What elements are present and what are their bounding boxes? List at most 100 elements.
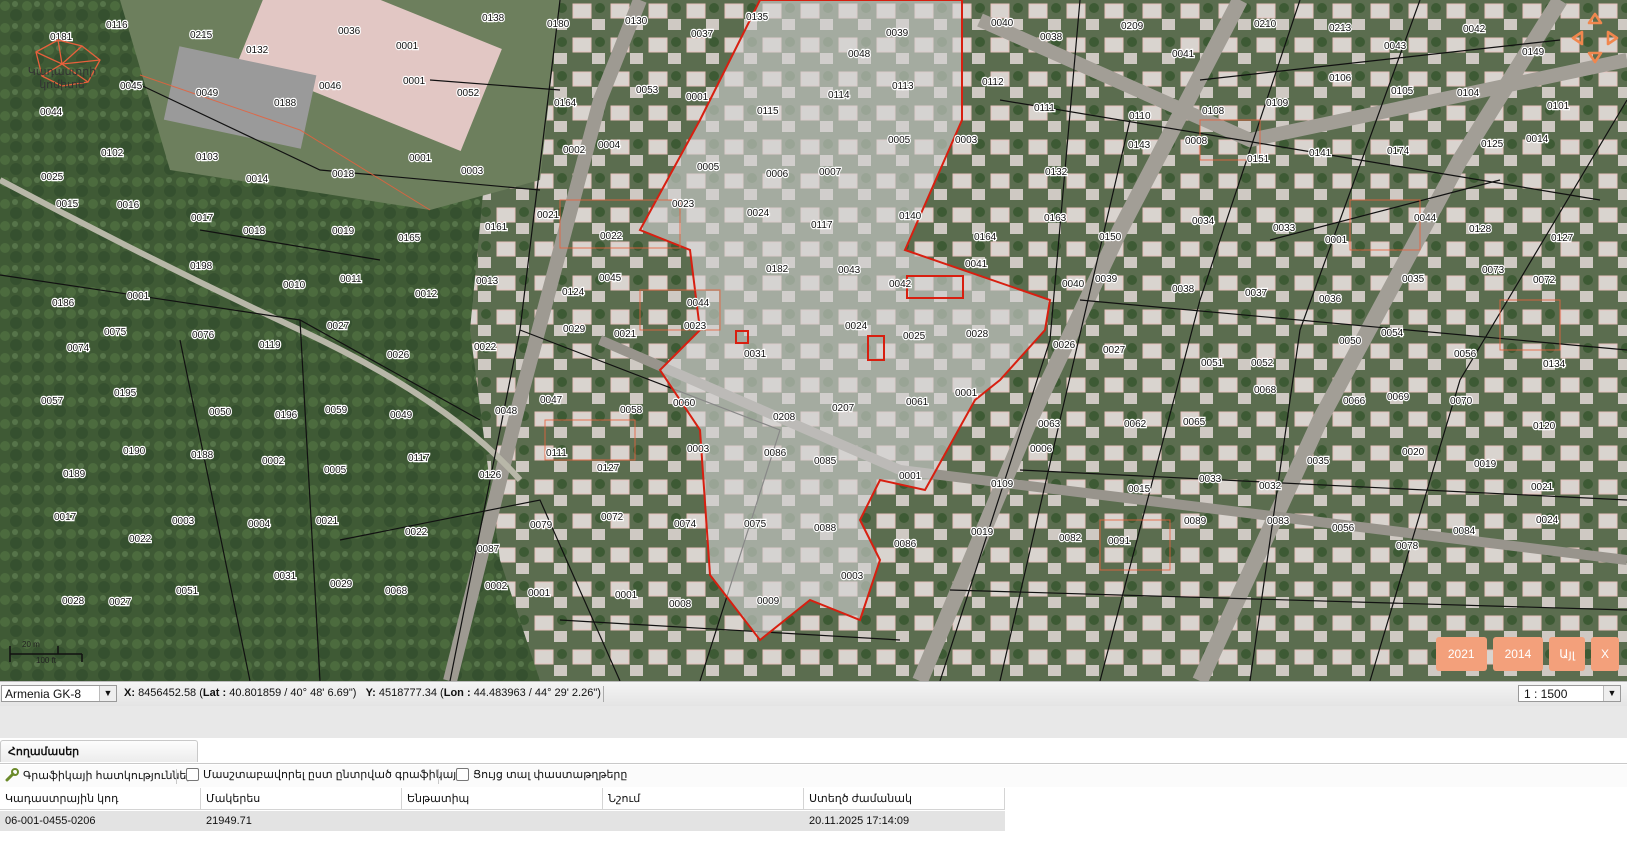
cadastral-map[interactable]: 0181 0116 0215 0132 0036 0001 0138 0180 0130 0037…: [0, 0, 1627, 681]
parcel-number-label: 0056: [1332, 523, 1355, 534]
parcel-number-label: 0002: [563, 145, 586, 156]
parcel-number-label: 0017: [191, 213, 214, 224]
scale-select[interactable]: 1 : 1500 ▼: [1518, 685, 1621, 702]
panel-splitter[interactable]: [0, 706, 1627, 739]
panel-toolbar: Գրաֆիկայի հատկություններ Մասշտաբավորել ը…: [0, 765, 1627, 787]
parcel-number-label: 0117: [408, 453, 430, 464]
parcel-number-label: 0021: [614, 329, 637, 340]
scale-to-selected-checkbox[interactable]: [186, 768, 199, 781]
pan-arrows-icon[interactable]: [1569, 10, 1621, 66]
scale-to-selected-toggle[interactable]: Մասշտաբավորել ըստ ընտրված գրաֆիկայի: [186, 768, 463, 781]
parcel-number-label: 0021: [316, 516, 339, 527]
x-label: X:: [124, 687, 135, 699]
parcel-number-label: 0087: [477, 544, 500, 555]
lat-value: 40.801859 / 40° 48' 6.69": [229, 687, 353, 699]
graphic-properties-button[interactable]: Գրաֆիկայի հատկություններ: [5, 768, 193, 782]
parcel-number-label: 0019: [971, 527, 994, 538]
scale-bar: 20 m 100 ft: [8, 640, 84, 666]
parcel-number-label: 0052: [1251, 358, 1274, 369]
parcel-number-label: 0198: [190, 261, 213, 272]
parcel-number-label: 0116: [106, 20, 128, 31]
parcel-number-label: 0132: [246, 45, 269, 56]
parcel-number-label: 0041: [1172, 49, 1195, 60]
parcel-number-label: 0066: [1343, 396, 1366, 407]
parcel-number-label: 0022: [129, 534, 152, 545]
parcel-number-label: 0003: [461, 166, 484, 177]
parcel-number-label: 0124: [562, 287, 585, 298]
parcel-number-label: 0174: [1387, 146, 1410, 157]
other-year-button[interactable]: Այլ: [1549, 637, 1585, 671]
parcel-number-label: 0039: [886, 28, 909, 39]
parcel-number-label: 0051: [176, 586, 199, 597]
parcel-number-label: 0089: [1184, 516, 1207, 527]
column-header-subtype[interactable]: Ենթատիպ: [402, 788, 603, 810]
crs-select[interactable]: Armenia GK-8 ▼: [1, 685, 117, 702]
parcel-number-label: 0024: [1536, 515, 1559, 526]
y-label: Y:: [365, 687, 376, 699]
parcel-number-label: 0076: [192, 330, 215, 341]
parcel-number-label: 0018: [243, 226, 266, 237]
chevron-down-icon: ▼: [99, 686, 116, 701]
toolbar-divider: [176, 769, 177, 784]
parcel-number-label: 0127: [1551, 233, 1574, 244]
parcel-number-label: 0106: [1329, 73, 1352, 84]
scale-bar-metric: 20 m: [22, 640, 40, 649]
parcel-number-label: 0015: [56, 199, 79, 210]
parcel-number-label: 0072: [1533, 275, 1556, 286]
parcel-number-label: 0031: [274, 571, 297, 582]
column-header-created[interactable]: Ստեղծ ժամանակ: [804, 788, 1005, 810]
cell-note: [603, 811, 804, 831]
parcel-number-label: 0026: [1053, 340, 1076, 351]
parcel-number-label: 0130: [625, 16, 648, 27]
cursor-coordinates: X: 8456452.58 (Lat : 40.801859 / 40° 48'…: [124, 687, 601, 699]
parcel-number-label: 0111: [1034, 103, 1055, 114]
parcel-number-label: 0128: [1469, 224, 1492, 235]
column-header-cadastral-code[interactable]: Կադաստրային կոդ: [0, 788, 201, 810]
parcel-number-label: 0140: [899, 211, 922, 222]
parcel-number-label: 0005: [888, 135, 911, 146]
year-2021-button[interactable]: 2021: [1435, 637, 1487, 671]
parcel-number-label: 0047: [540, 395, 563, 406]
parcel-number-label: 0002: [262, 456, 285, 467]
parcel-number-label: 0027: [1103, 345, 1126, 356]
parcel-number-label: 0019: [332, 226, 355, 237]
lon-label: Lon :: [443, 687, 471, 699]
year-2014-button[interactable]: 2014: [1492, 637, 1544, 671]
parcel-number-label: 0065: [1183, 417, 1206, 428]
table-row[interactable]: 06-001-0455-0206 21949.71 20.11.2025 17:…: [0, 811, 1005, 831]
parcel-number-label: 0017: [54, 512, 77, 523]
chevron-down-icon: ▼: [1603, 686, 1620, 701]
parcel-number-label: 0119: [259, 340, 281, 351]
show-documents-checkbox[interactable]: [456, 768, 469, 781]
parcel-number-label: 0132: [1045, 167, 1068, 178]
parcel-number-label: 0003: [172, 516, 195, 527]
parcel-number-label: 0012: [415, 289, 438, 300]
parcel-number-label: 0165: [398, 233, 421, 244]
parcel-number-label: 0215: [190, 30, 213, 41]
toolbar-divider: [438, 769, 439, 784]
parcel-number-label: 0036: [1319, 294, 1342, 305]
parcel-number-label: 0040: [1062, 279, 1085, 290]
parcel-number-label: 0069: [1387, 392, 1410, 403]
parcel-number-label: 0164: [974, 232, 997, 243]
parcel-number-label: 0138: [482, 13, 505, 24]
tab-parcels[interactable]: Հողամասեր: [0, 740, 198, 762]
column-header-area[interactable]: Մակերես: [201, 788, 402, 810]
parcel-number-label: 0115: [757, 106, 779, 117]
close-years-button[interactable]: X: [1590, 637, 1619, 671]
show-documents-toggle[interactable]: Ցույց տալ փաստաթղթերը: [456, 768, 627, 781]
parcel-number-label: 0001: [127, 291, 150, 302]
map-statusbar: Armenia GK-8 ▼ X: 8456452.58 (Lat : 40.8…: [0, 681, 1627, 707]
parcel-number-label: 0043: [1384, 41, 1407, 52]
parcel-number-label: 0001: [1325, 235, 1348, 246]
parcel-number-label: 0084: [1453, 526, 1476, 537]
parcel-number-label: 0018: [332, 169, 355, 180]
parcel-number-label: 0033: [1199, 474, 1222, 485]
column-header-note[interactable]: Նշում: [603, 788, 804, 810]
parcel-number-label: 0102: [101, 148, 124, 159]
parcel-number-label: 0015: [1128, 484, 1151, 495]
parcel-number-label: 0127: [597, 463, 620, 474]
parcel-number-label: 0043: [838, 265, 861, 276]
parcel-number-label: 0110: [1129, 111, 1151, 122]
x-value: 8456452.58: [138, 687, 197, 699]
